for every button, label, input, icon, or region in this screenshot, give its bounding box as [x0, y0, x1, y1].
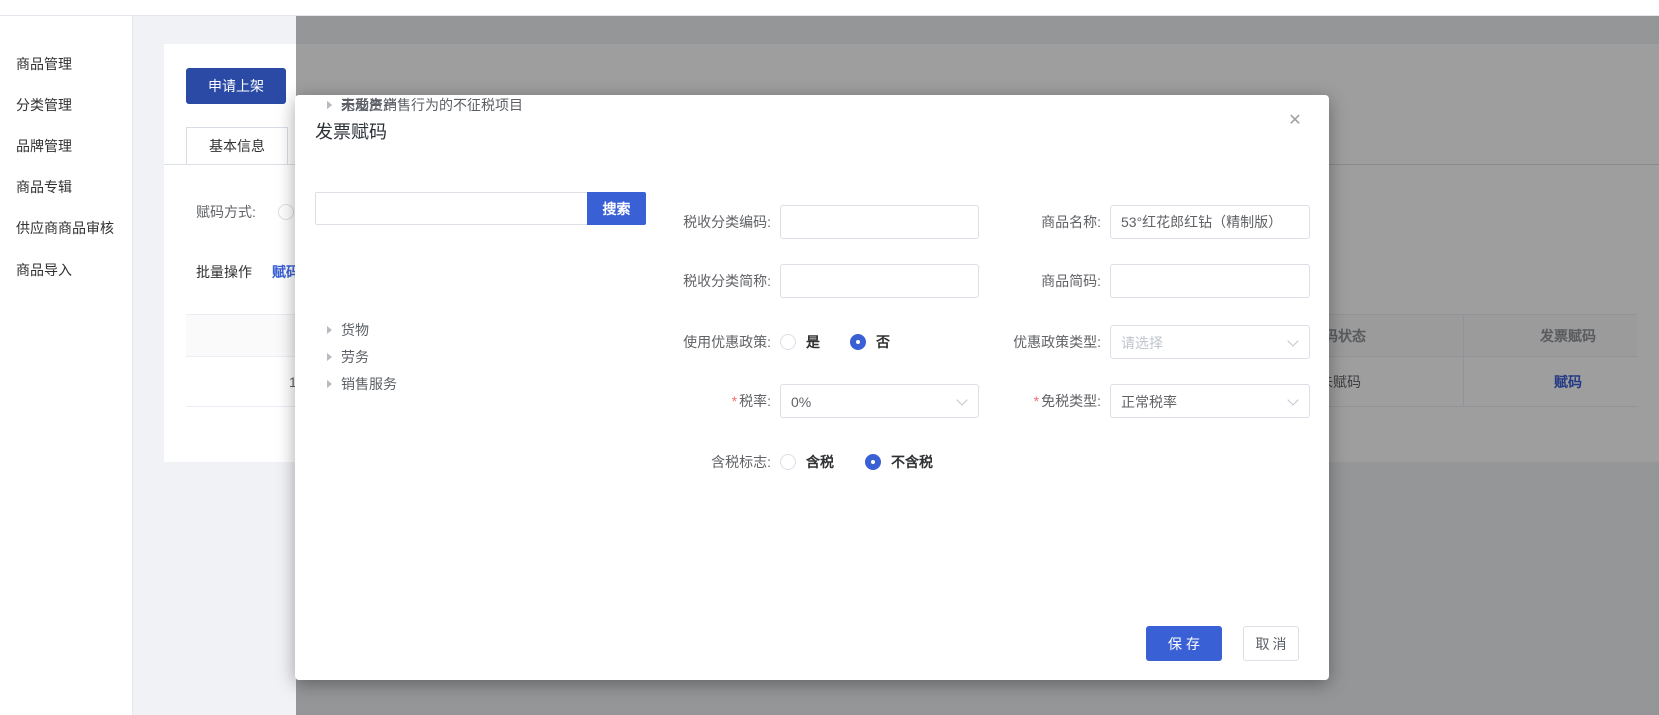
tax-code-label: 税收分类编码:	[645, 214, 771, 230]
chevron-down-icon	[1287, 394, 1298, 405]
tax-short-name-label: 税收分类简称:	[645, 273, 771, 289]
policy-type-select[interactable]: 请选择	[1110, 325, 1310, 359]
policy-no-radio[interactable]	[850, 334, 866, 350]
coding-method-radio[interactable]	[278, 204, 294, 220]
free-tax-type-select[interactable]: 正常税率	[1110, 384, 1310, 418]
tax-rate-value: 0%	[791, 393, 811, 411]
save-button[interactable]: 保存	[1146, 626, 1222, 661]
chevron-down-icon	[956, 394, 967, 405]
search-input[interactable]	[315, 192, 588, 225]
caret-right-icon	[327, 326, 332, 334]
caret-right-icon	[327, 353, 332, 361]
sidebar-item-product-import[interactable]: 商品导入	[16, 260, 72, 280]
cancel-button[interactable]: 取消	[1243, 626, 1299, 661]
product-code-label: 商品简码:	[975, 273, 1101, 289]
sidebar-item-category-management[interactable]: 分类管理	[16, 95, 72, 115]
required-asterisk: *	[732, 393, 737, 409]
invoice-coding-modal: 发票赋码 ✕ 搜索 货物 劳务 销售服务 无形资产 不动产 未发生销售行为的不征…	[295, 95, 1329, 680]
sidebar: 商品管理 分类管理 品牌管理 商品专辑 供应商商品审核 商品导入	[0, 16, 133, 715]
required-asterisk: *	[1034, 393, 1039, 409]
tree-item-label: 货物	[341, 320, 369, 340]
free-tax-type-value: 正常税率	[1121, 393, 1177, 411]
tree-item-goods[interactable]: 货物	[327, 320, 369, 340]
tree-item-label: 未发生销售行为的不征税项目	[341, 95, 523, 115]
product-name-label: 商品名称:	[975, 214, 1101, 230]
tax-included-label[interactable]: 含税	[806, 454, 834, 470]
policy-yes-label[interactable]: 是	[806, 334, 820, 350]
product-name-input[interactable]	[1110, 205, 1310, 239]
tax-short-name-input[interactable]	[780, 264, 979, 298]
modal-title: 发票赋码	[315, 118, 387, 144]
tree-item-sales-service[interactable]: 销售服务	[327, 374, 397, 394]
policy-no-label[interactable]: 否	[876, 334, 890, 350]
tax-flag-label: 含税标志:	[645, 454, 771, 470]
sidebar-item-supplier-product-review[interactable]: 供应商商品审核	[16, 218, 114, 238]
close-icon[interactable]: ✕	[1285, 110, 1305, 130]
tax-rate-label-text: 税率:	[739, 393, 771, 409]
tree-item-label: 劳务	[341, 347, 369, 367]
caret-right-icon	[327, 101, 332, 109]
tax-code-input[interactable]	[780, 205, 979, 239]
chevron-down-icon	[1287, 335, 1298, 346]
policy-type-placeholder: 请选择	[1121, 334, 1163, 352]
use-policy-label: 使用优惠政策:	[645, 334, 771, 350]
tree-item-non-taxable[interactable]: 未发生销售行为的不征税项目	[327, 95, 523, 115]
tab-basic-info[interactable]: 基本信息	[186, 127, 288, 165]
caret-right-icon	[327, 380, 332, 388]
search-button[interactable]: 搜索	[587, 192, 646, 225]
free-tax-type-label-text: 免税类型:	[1041, 393, 1101, 409]
product-code-input[interactable]	[1110, 264, 1310, 298]
tree-item-labor[interactable]: 劳务	[327, 347, 369, 367]
coding-method-label: 赋码方式:	[196, 204, 256, 220]
apply-listing-button[interactable]: 申请上架	[186, 68, 286, 104]
sidebar-item-brand-management[interactable]: 品牌管理	[16, 136, 72, 156]
policy-yes-radio[interactable]	[780, 334, 796, 350]
sidebar-item-product-album[interactable]: 商品专辑	[16, 177, 72, 197]
tree-item-label: 销售服务	[341, 374, 397, 394]
tax-excluded-label[interactable]: 不含税	[891, 454, 933, 470]
tax-rate-select[interactable]: 0%	[780, 384, 979, 418]
tax-excluded-radio[interactable]	[865, 454, 881, 470]
batch-operation-label: 批量操作	[196, 264, 252, 280]
policy-type-label: 优惠政策类型:	[975, 334, 1101, 350]
free-tax-type-label: *免税类型:	[975, 393, 1101, 409]
tax-included-radio[interactable]	[780, 454, 796, 470]
top-bar	[0, 0, 1659, 16]
sidebar-item-product-management[interactable]: 商品管理	[16, 54, 72, 74]
tax-rate-label: *税率:	[645, 393, 771, 409]
